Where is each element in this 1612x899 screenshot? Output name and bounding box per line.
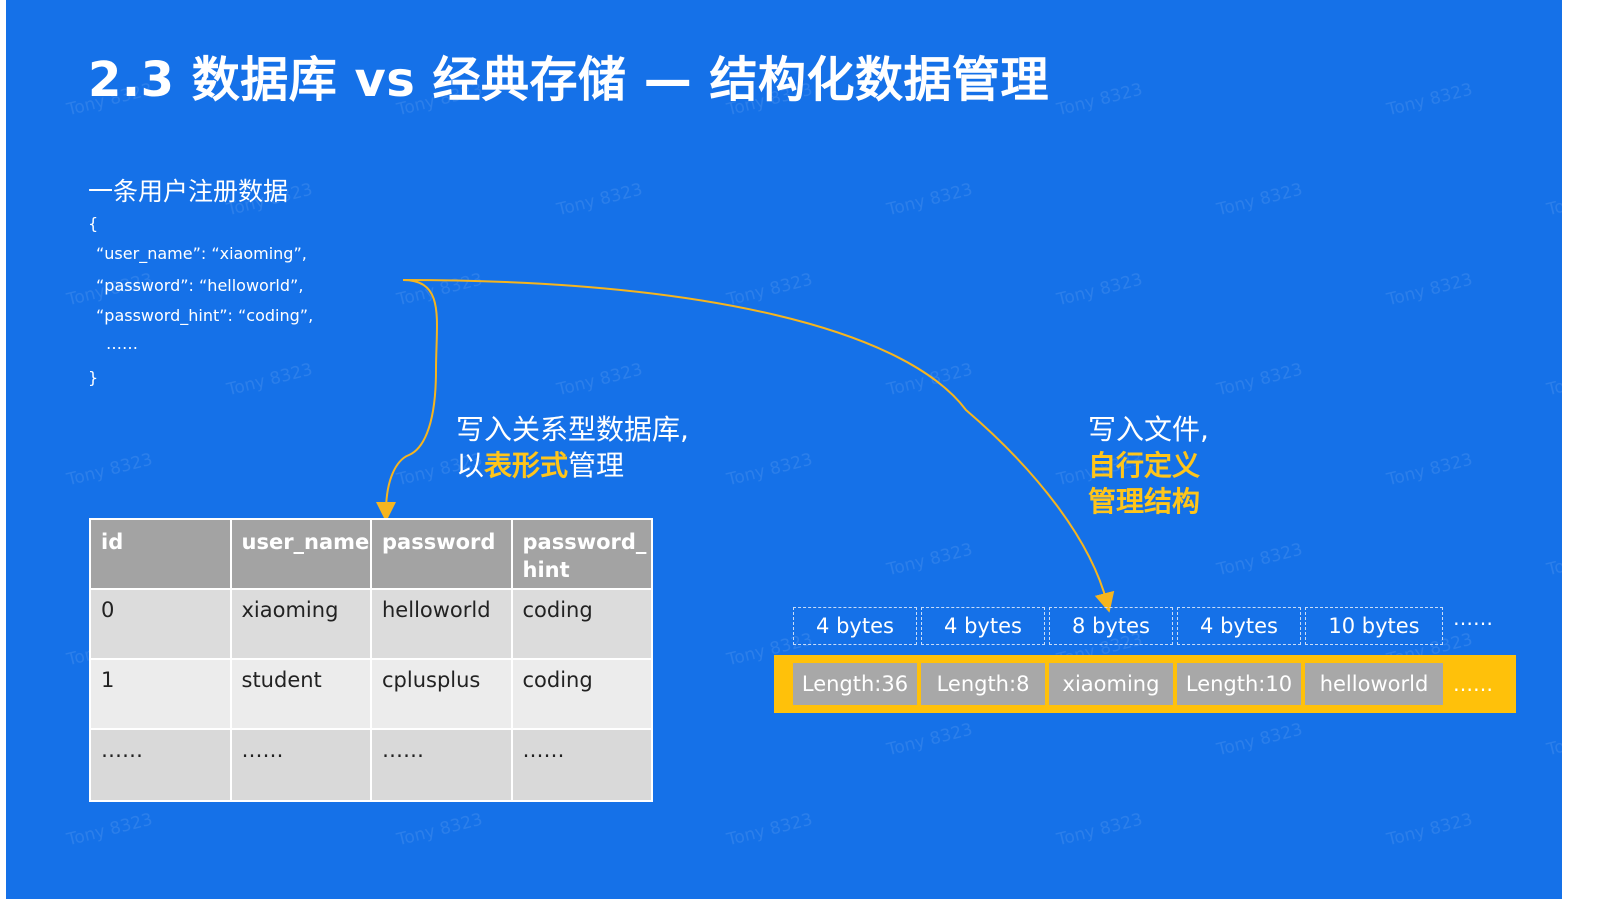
db-caption: 写入关系型数据库, 以表形式管理 — [456, 412, 689, 484]
table-cell: student — [229, 658, 372, 730]
table-cell: cplusplus — [370, 658, 513, 730]
table-cell: coding — [510, 658, 653, 730]
table-cell: …… — [370, 728, 513, 802]
header-password: password — [370, 518, 513, 590]
table-cell: helloworld — [370, 588, 513, 660]
table-cell: xiaoming — [229, 588, 372, 660]
db-caption-accent: 表形式 — [484, 449, 569, 482]
table-cell: …… — [510, 728, 653, 802]
file-cell: xiaoming — [1049, 663, 1173, 705]
header-id: id — [89, 518, 232, 590]
byte-label: 8 bytes — [1049, 607, 1173, 645]
table-cell: 1 — [89, 658, 232, 730]
table-cell: coding — [510, 588, 653, 660]
header-password-hint-text: password_ hint — [522, 530, 647, 582]
db-caption-line1: 写入关系型数据库, — [456, 413, 689, 446]
slide: Tony 8323 Tony 8323 Tony 8323 Tony 8323 Tony… — [6, 0, 1562, 899]
table-row: 0 xiaoming helloworld coding — [89, 588, 653, 660]
table-cell: …… — [89, 728, 232, 802]
table-cell: 0 — [89, 588, 232, 660]
table-row: 1 student cplusplus coding — [89, 658, 653, 730]
file-cell: Length:10 — [1177, 663, 1301, 705]
file-caption: 写入文件, 自行定义 管理结构 — [1088, 412, 1209, 520]
file-cell-ellipsis: …… — [1453, 672, 1493, 696]
db-caption-suffix: 管理 — [568, 449, 625, 482]
byte-label: 4 bytes — [921, 607, 1045, 645]
byte-label: 4 bytes — [1177, 607, 1301, 645]
file-caption-line1: 写入文件, — [1088, 413, 1209, 446]
table-cell: …… — [229, 728, 372, 802]
header-user-name: user_name — [229, 518, 372, 590]
db-caption-prefix: 以 — [456, 449, 485, 482]
header-password-hint: password_ hint — [510, 518, 653, 590]
arrow-to-database — [376, 279, 438, 522]
db-caption-line2: 以表形式管理 — [456, 448, 689, 484]
byte-label-ellipsis: …… — [1453, 606, 1493, 630]
file-cell: helloworld — [1305, 663, 1443, 705]
db-table: id user_name password password_ hint 0 xi… — [89, 518, 653, 802]
file-caption-line2: 自行定义 — [1088, 449, 1201, 482]
file-caption-line3: 管理结构 — [1088, 485, 1201, 518]
byte-label: 4 bytes — [793, 607, 917, 645]
file-cell: Length:36 — [793, 663, 917, 705]
file-cell: Length:8 — [921, 663, 1045, 705]
byte-label: 10 bytes — [1305, 607, 1443, 645]
db-table-container: id user_name password password_ hint 0 xi… — [89, 518, 653, 802]
table-row: …… …… …… …… — [89, 728, 653, 802]
table-header-row: id user_name password password_ hint — [89, 518, 653, 590]
